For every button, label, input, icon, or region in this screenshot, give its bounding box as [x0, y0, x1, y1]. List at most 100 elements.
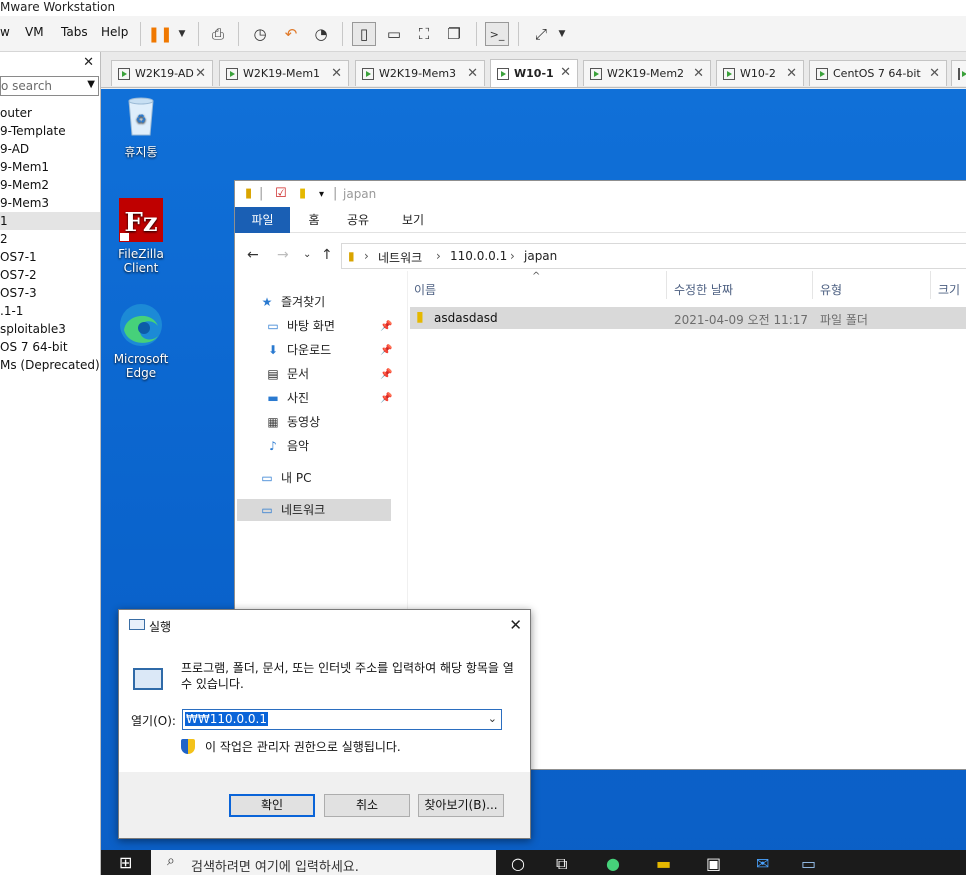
- nav-quick-access[interactable]: ★ 즐겨찾기: [259, 291, 326, 313]
- snapshot-icon[interactable]: ◷: [248, 22, 272, 46]
- edge-icon[interactable]: ●: [606, 854, 620, 873]
- close-icon[interactable]: ✕: [509, 616, 522, 634]
- library-item[interactable]: 9-AD: [0, 140, 100, 158]
- close-icon[interactable]: ✕: [467, 66, 478, 81]
- close-icon[interactable]: ✕: [195, 66, 206, 81]
- chevron-right-icon[interactable]: ›: [364, 249, 369, 263]
- close-icon[interactable]: ✕: [693, 66, 704, 81]
- library-item[interactable]: Ms (Deprecated): [0, 356, 100, 374]
- pause-icon[interactable]: ❚❚: [147, 22, 172, 46]
- tab-w2k19-mem1[interactable]: W2K19-Mem1 ✕: [219, 60, 349, 86]
- address-bar[interactable]: ▮ › 네트워크 › 110.0.0.1 › japan: [341, 243, 966, 269]
- nav-videos[interactable]: ▦ 동영상: [265, 411, 320, 433]
- ribbon-tab-file[interactable]: 파일: [235, 207, 290, 233]
- cancel-button[interactable]: 취소: [324, 794, 410, 817]
- menu-vm[interactable]: VM: [25, 25, 44, 39]
- revert-snapshot-icon[interactable]: ↶: [279, 22, 303, 46]
- nav-music[interactable]: ♪ 음악: [265, 435, 309, 457]
- column-divider[interactable]: [930, 271, 931, 299]
- column-modified[interactable]: 수정한 날짜: [674, 281, 733, 298]
- nav-downloads[interactable]: ⬇ 다운로드: [265, 339, 331, 361]
- run-taskbar-icon[interactable]: ▭: [801, 854, 816, 873]
- fullscreen-icon[interactable]: ⛶: [412, 22, 436, 46]
- nav-desktop[interactable]: ▭ 바탕 화면: [265, 315, 335, 337]
- desktop-icon-edge[interactable]: Microsoft Edge: [101, 302, 181, 380]
- library-item[interactable]: sploitable3: [0, 320, 100, 338]
- ribbon-tab-share[interactable]: 공유: [340, 207, 376, 233]
- tab-w10-1[interactable]: W10-1 ✕: [490, 59, 578, 87]
- library-item[interactable]: 9-Mem3: [0, 194, 100, 212]
- snapshot-manager-icon[interactable]: ◔: [309, 22, 333, 46]
- tab-overflow[interactable]: [951, 60, 966, 86]
- library-item[interactable]: OS7-2: [0, 266, 100, 284]
- run-open-input[interactable]: ₩₩110.0.0.1 ⌄: [182, 709, 502, 730]
- library-view-icon[interactable]: ▯: [352, 22, 376, 46]
- library-item[interactable]: outer: [0, 104, 100, 122]
- nav-documents[interactable]: ▤ 문서: [265, 363, 309, 385]
- tab-w2k19-ad[interactable]: W2K19-AD ✕: [111, 60, 213, 86]
- tab-centos7-64bit[interactable]: CentOS 7 64-bit ✕: [809, 60, 947, 86]
- breadcrumb-share[interactable]: japan: [524, 249, 557, 263]
- task-view-icon[interactable]: ⧉: [556, 854, 567, 874]
- menu-help[interactable]: Help: [101, 25, 128, 39]
- close-icon[interactable]: ✕: [331, 66, 342, 81]
- store-icon[interactable]: ▣: [706, 854, 721, 873]
- library-item[interactable]: 9-Mem1: [0, 158, 100, 176]
- tab-w2k19-mem2[interactable]: W2K19-Mem2 ✕: [583, 60, 711, 86]
- chevron-down-icon[interactable]: ▼: [550, 22, 574, 46]
- ribbon-tab-view[interactable]: 보기: [395, 207, 431, 233]
- library-item[interactable]: OS 7 64-bit: [0, 338, 100, 356]
- library-item[interactable]: 2: [0, 230, 100, 248]
- library-item[interactable]: .1-1: [0, 302, 100, 320]
- library-item[interactable]: OS7-1: [0, 248, 100, 266]
- close-icon[interactable]: ✕: [786, 66, 797, 81]
- nav-network[interactable]: ▭ 네트워크: [237, 499, 391, 521]
- tab-w2k19-mem3[interactable]: W2K19-Mem3 ✕: [355, 60, 485, 86]
- file-explorer-icon[interactable]: ▬: [656, 854, 671, 873]
- recent-locations-icon[interactable]: ⌄: [303, 249, 311, 260]
- library-search-input[interactable]: o search ▼: [0, 76, 99, 96]
- cortana-icon[interactable]: ○: [511, 854, 525, 873]
- breadcrumb-host[interactable]: 110.0.0.1: [450, 249, 507, 263]
- nav-pictures[interactable]: ▬ 사진: [265, 387, 309, 409]
- chevron-down-icon[interactable]: ⌄: [488, 712, 497, 725]
- chevron-right-icon[interactable]: ›: [510, 249, 515, 263]
- library-item-selected[interactable]: 1: [0, 212, 100, 230]
- ribbon-tab-home[interactable]: 홈: [299, 207, 329, 233]
- nav-this-pc[interactable]: ▭ 내 PC: [259, 467, 311, 489]
- ok-button[interactable]: 확인: [229, 794, 315, 817]
- desktop-icon-filezilla[interactable]: Fz FileZilla Client: [101, 197, 181, 275]
- forward-arrow-icon[interactable]: →: [277, 247, 289, 263]
- chevron-down-icon[interactable]: ▼: [170, 22, 194, 46]
- library-item[interactable]: 9-Mem2: [0, 176, 100, 194]
- properties-icon[interactable]: ☑: [275, 186, 287, 201]
- column-type[interactable]: 유형: [820, 281, 842, 298]
- menu-tabs[interactable]: Tabs: [61, 25, 88, 39]
- breadcrumb-network[interactable]: 네트워크: [378, 249, 422, 266]
- mail-icon[interactable]: ✉: [756, 854, 769, 873]
- file-row[interactable]: ▮ asdasdasd 2021-04-09 오전 11:17 파일 폴더: [410, 307, 966, 329]
- column-size[interactable]: 크기: [938, 281, 960, 298]
- console-view-icon[interactable]: >_: [485, 22, 509, 46]
- windows-start-icon[interactable]: ⊞: [119, 853, 132, 872]
- close-icon[interactable]: ✕: [83, 55, 94, 70]
- column-divider[interactable]: [812, 271, 813, 299]
- browse-button[interactable]: 찾아보기(B)...: [418, 794, 504, 817]
- send-keys-icon[interactable]: ⎙: [206, 22, 230, 46]
- library-item[interactable]: 9-Template: [0, 122, 100, 140]
- up-arrow-icon[interactable]: ↑: [321, 247, 333, 263]
- desktop-icon-recycle-bin[interactable]: ♻ 휴지통: [101, 93, 181, 160]
- unity-icon[interactable]: ❐: [442, 22, 466, 46]
- thumbnail-view-icon[interactable]: ▭: [382, 22, 406, 46]
- tab-w10-2[interactable]: W10-2 ✕: [716, 60, 804, 86]
- close-icon[interactable]: ✕: [560, 65, 571, 80]
- back-arrow-icon[interactable]: ←: [247, 247, 259, 263]
- column-name[interactable]: 이름: [414, 281, 436, 298]
- menu-view[interactable]: w: [0, 25, 10, 39]
- library-item[interactable]: OS7-3: [0, 284, 100, 302]
- column-divider[interactable]: [666, 271, 667, 299]
- new-folder-icon[interactable]: ▮: [299, 186, 306, 201]
- customize-qat-icon[interactable]: ▾: [319, 189, 324, 200]
- close-icon[interactable]: ✕: [929, 66, 940, 81]
- chevron-right-icon[interactable]: ›: [436, 249, 441, 263]
